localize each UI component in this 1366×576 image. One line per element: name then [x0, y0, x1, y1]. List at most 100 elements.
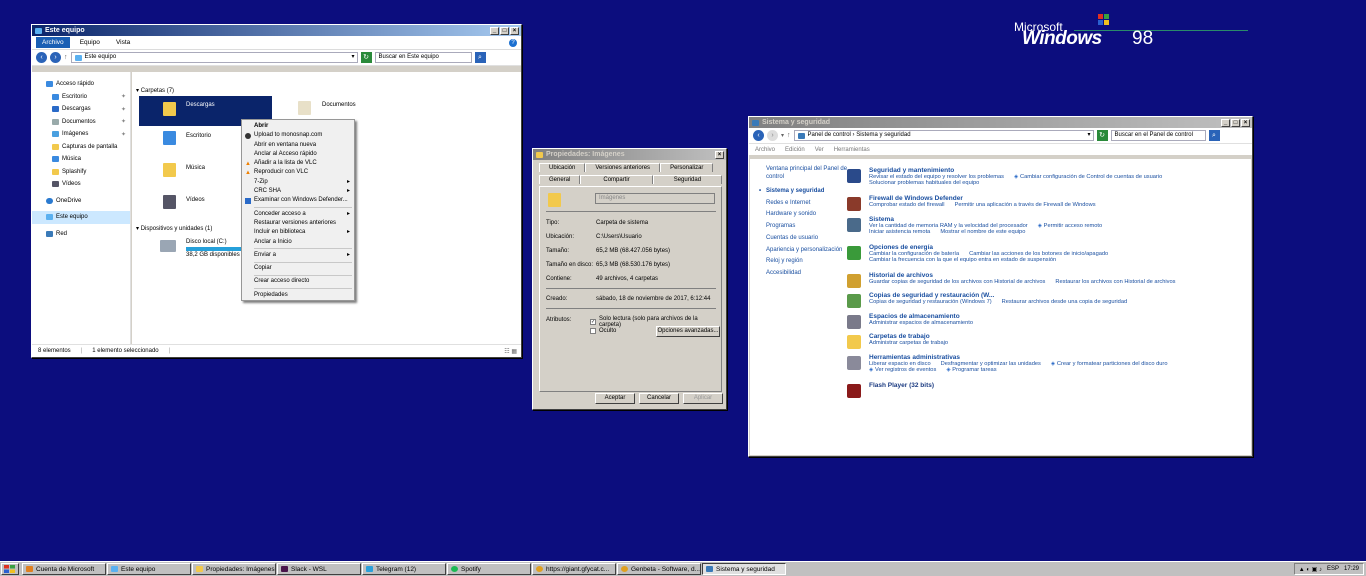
search-icon[interactable]: ⌕	[1208, 130, 1220, 141]
side-link-sistema[interactable]: • Sistema y seguridad	[759, 186, 856, 198]
menu-item-enviar-a[interactable]: Enviar a ▸	[242, 251, 354, 260]
menu-item-incluir-biblioteca[interactable]: Incluir en biblioteca ▸	[242, 228, 354, 237]
side-link-programas[interactable]: Programas	[766, 221, 856, 233]
category-title[interactable]: Herramientas administrativas	[869, 354, 1241, 361]
menu-ver[interactable]: Ver	[815, 147, 824, 153]
menu-item-conceder-acceso[interactable]: Conceder acceso a ▸	[242, 210, 354, 219]
category-title[interactable]: Flash Player (32 bits)	[869, 382, 1241, 389]
menu-archivo[interactable]: Archivo	[755, 147, 775, 153]
close-button[interactable]: ×	[1241, 118, 1250, 127]
taskbar-item-sistema-seguridad[interactable]: Sistema y seguridad	[702, 563, 786, 575]
task-link[interactable]: Guardar copias de seguridad de los archi…	[869, 279, 1045, 285]
category-title[interactable]: Carpetas de trabajo	[869, 333, 1241, 340]
menu-item-crear-acceso[interactable]: Crear acceso directo	[242, 277, 354, 286]
side-link-accesibilidad[interactable]: Accesibilidad	[766, 268, 856, 280]
task-link[interactable]: Cambiar la frecuencia con la que el equi…	[869, 257, 1056, 263]
apply-button[interactable]: Aplicar	[683, 393, 723, 404]
chevron-down-icon[interactable]: ▾	[1088, 131, 1091, 140]
menu-item-abrir[interactable]: Abrir	[242, 122, 354, 131]
clock[interactable]: 17:29	[1344, 566, 1359, 572]
task-link[interactable]: Comprobar estado del firewall	[869, 202, 945, 208]
tab-seguridad[interactable]: Seguridad	[652, 175, 723, 184]
task-link-shield[interactable]: ◈ Permitir acceso remoto	[1038, 223, 1102, 229]
tab-compartir[interactable]: Compartir	[580, 175, 653, 184]
nav-item-imagenes[interactable]: Imágenes ✦	[32, 128, 130, 141]
category-title[interactable]: Espacios de almacenamiento	[869, 313, 1241, 320]
menu-edicion[interactable]: Edición	[785, 147, 805, 153]
task-link-shield[interactable]: ◈ Cambiar configuración de Control de cu…	[1014, 174, 1162, 180]
tray-icons[interactable]: ▲ ◐ ▣ ♪	[1299, 566, 1322, 573]
tab-general[interactable]: General	[539, 175, 581, 184]
side-link-redes[interactable]: Redes e Internet	[766, 198, 856, 210]
up-arrow-icon[interactable]: ↑	[64, 54, 68, 61]
search-icon[interactable]: ⌕	[474, 52, 486, 63]
menu-item-anclar-acceso[interactable]: Anclar al Acceso rápido	[242, 150, 354, 159]
nav-item-videos[interactable]: Vídeos	[32, 178, 130, 191]
checkbox-checked[interactable]: ✓	[590, 319, 596, 325]
up-arrow-icon[interactable]: ↑	[787, 132, 791, 139]
control-panel-titlebar[interactable]: Sistema y seguridad _ □ ×	[749, 117, 1252, 128]
nav-item-red[interactable]: Red	[32, 228, 130, 241]
control-panel-window[interactable]: Sistema y seguridad _ □ × ‹ › ▾ ↑ Panel de…	[748, 116, 1253, 457]
back-button[interactable]: ‹	[36, 52, 47, 63]
minimize-button[interactable]: _	[1221, 118, 1230, 127]
category-title[interactable]: Sistema	[869, 216, 1241, 223]
category-title[interactable]: Historial de archivos	[869, 272, 1241, 279]
refresh-button[interactable]: ↻	[360, 52, 372, 63]
tab-equipo[interactable]: Equipo	[74, 37, 106, 48]
taskbar-item-cuenta-microsoft[interactable]: Cuenta de Microsoft	[22, 563, 106, 575]
search-input[interactable]: Buscar en Este equipo	[374, 52, 472, 63]
checkbox-unchecked[interactable]	[590, 328, 596, 334]
menu-item-reproducir-vlc[interactable]: ▲ Reproducir con VLC	[242, 168, 354, 177]
nav-item-acceso-rapido[interactable]: Acceso rápido	[32, 78, 130, 91]
task-link[interactable]: Permitir una aplicación a través de Fire…	[955, 202, 1096, 208]
side-link-reloj[interactable]: Reloj y región	[766, 256, 856, 268]
menu-item-propiedades[interactable]: Propiedades	[242, 291, 354, 300]
explorer-titlebar[interactable]: Este equipo _ □ ×	[32, 25, 521, 36]
maximize-button[interactable]: □	[1231, 118, 1240, 127]
side-link-cuentas[interactable]: Cuentas de usuario	[766, 233, 856, 245]
cp-address-input[interactable]: Panel de control › Sistema y seguridad ▾	[793, 130, 1094, 141]
menu-item-windows-defender[interactable]: Examinar con Windows Defender...	[242, 196, 354, 205]
task-link[interactable]: Restaurar los archivos con Historial de …	[1055, 279, 1175, 285]
nav-item-documentos[interactable]: Documentos ✦	[32, 116, 130, 129]
category-title[interactable]: Seguridad y mantenimiento	[869, 167, 1241, 174]
menu-item-crc-sha[interactable]: CRC SHA ▸	[242, 187, 354, 196]
properties-titlebar[interactable]: Propiedades: Imágenes ×	[533, 149, 726, 160]
minimize-button[interactable]: _	[490, 26, 499, 35]
address-input[interactable]: Este equipo ▾	[70, 52, 358, 63]
tab-versiones[interactable]: Versiones anteriores	[585, 163, 661, 172]
ok-button[interactable]: Aceptar	[595, 393, 635, 404]
group-devices-header[interactable]: ▾ Dispositivos y unidades (1)	[136, 225, 212, 232]
menu-herramientas[interactable]: Herramientas	[834, 147, 870, 153]
menu-item-copiar[interactable]: Copiar	[242, 264, 354, 273]
task-link-shield[interactable]: ◈ Programar tareas	[946, 367, 996, 373]
menu-item-restaurar-versiones[interactable]: Restaurar versiones anteriores	[242, 219, 354, 228]
close-button[interactable]: ×	[510, 26, 519, 35]
chevron-down-icon[interactable]: ▾	[351, 53, 354, 62]
tab-ubicacion[interactable]: Ubicación	[539, 163, 586, 172]
forward-button[interactable]: ›	[767, 130, 778, 141]
start-button[interactable]	[1, 563, 19, 575]
task-link-shield[interactable]: ◈ Crear y formatear particiones del disc…	[1051, 361, 1168, 367]
side-link-panel-principal[interactable]: Ventana principal del Panel de control	[766, 165, 856, 181]
menu-item-upload-monosnap[interactable]: Upload to monosnap.com	[242, 131, 354, 140]
taskbar-item-telegram[interactable]: Telegram (12)	[362, 563, 446, 575]
taskbar-item-spotify[interactable]: Spotify	[447, 563, 531, 575]
menu-item-anadir-vlc[interactable]: ▲ Añadir a la lista de VLC	[242, 159, 354, 168]
taskbar-item-genbeta[interactable]: Genbeta - Software, d...	[617, 563, 701, 575]
refresh-button[interactable]: ↻	[1096, 130, 1108, 141]
taskbar-item-gfycat[interactable]: https://giant.gfycat.c...	[532, 563, 616, 575]
nav-item-musica[interactable]: Música	[32, 153, 130, 166]
tab-personalizar[interactable]: Personalizar	[660, 163, 714, 172]
nav-item-onedrive[interactable]: OneDrive	[32, 195, 130, 208]
task-link-shield[interactable]: ◈ Ver registros de eventos	[869, 367, 936, 373]
cancel-button[interactable]: Cancelar	[639, 393, 679, 404]
nav-item-escritorio[interactable]: Escritorio ✦	[32, 91, 130, 104]
recent-pages-icon[interactable]: ▾	[781, 132, 784, 139]
cp-search-input[interactable]: Buscar en el Panel de control	[1110, 130, 1206, 141]
menu-item-abrir-ventana[interactable]: Abrir en ventana nueva	[242, 141, 354, 150]
nav-item-capturas[interactable]: Capturas de pantalla	[32, 141, 130, 154]
advanced-options-button[interactable]: Opciones avanzadas...	[656, 326, 720, 337]
taskbar-item-slack[interactable]: Slack - WSL	[277, 563, 361, 575]
